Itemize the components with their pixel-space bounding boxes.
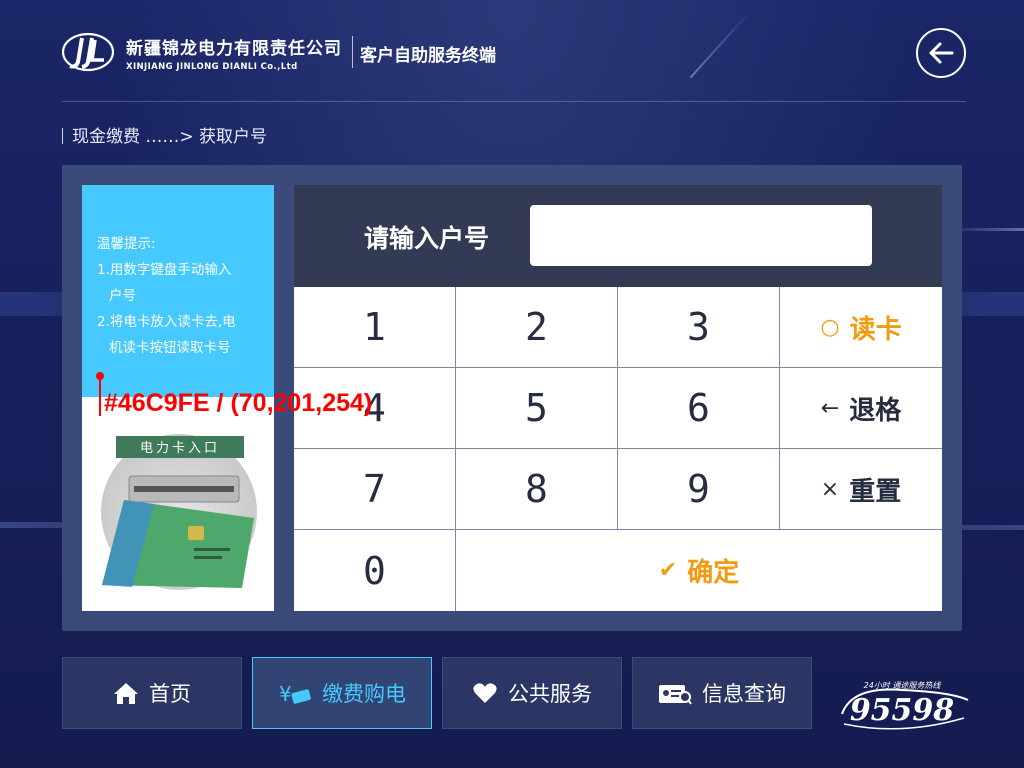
- key-3-label: 3: [687, 305, 710, 349]
- check-icon: ✔: [658, 558, 678, 583]
- confirm-label: 确定: [687, 558, 740, 588]
- hotline-number: 95598: [850, 693, 954, 728]
- hotline-slogan: 24小时 通途服务热线: [864, 681, 942, 690]
- key-8-label: 8: [525, 467, 548, 511]
- key-9[interactable]: 9: [618, 449, 780, 530]
- tip-2-line-1: 2.将电卡放入读卡去,电: [97, 314, 236, 330]
- tip-1-line-2: 户号: [109, 288, 136, 304]
- color-annotation: #46C9FE / (70,201,254): [104, 389, 373, 417]
- header-divider: [352, 36, 353, 68]
- key-7[interactable]: 7: [294, 449, 456, 530]
- tip-1-line-1: 1.用数字键盘手动输入: [97, 262, 232, 278]
- account-number-input[interactable]: [530, 205, 872, 266]
- read-card-label: 读卡: [849, 314, 902, 345]
- svg-text:¥: ¥: [279, 682, 292, 705]
- reset-button[interactable]: × 重置: [780, 449, 942, 530]
- number-keypad: 1 2 3 ○ 读卡 4 5 6 ← 退格 7 8 9 × 重置 0 ✔ 确定: [294, 287, 942, 611]
- tips-box: 温馨提示: 1.用数字键盘手动输入 户号 2.将电卡放入读卡去,电 机读卡按钮读…: [82, 185, 274, 397]
- key-5[interactable]: 5: [456, 368, 618, 449]
- reset-label: 重置: [849, 476, 902, 507]
- company-name-cn: 新疆锦龙电力有限责任公司: [126, 39, 342, 59]
- backspace-content: ← 退格: [821, 390, 901, 427]
- confirm-button[interactable]: ✔ 确定: [456, 530, 942, 611]
- id-card-search-icon: [659, 685, 692, 705]
- color-marker-dot: [96, 372, 104, 380]
- hotline-95598-logo: 24小时 通途服务热线 95598: [841, 681, 969, 730]
- account-input-header: 请输入户号: [294, 185, 942, 287]
- tip-2-line-2: 机读卡按钮读取卡号: [109, 340, 231, 356]
- company-name-en: XINJIANG JINLONG DIANLI Co.,Ltd: [126, 62, 298, 72]
- terminal-title: 客户自助服务终端: [360, 46, 496, 66]
- nav-info-query[interactable]: 信息查询: [632, 657, 812, 729]
- confirm-content: ✔ 确定: [659, 552, 739, 589]
- key-2-label: 2: [525, 305, 548, 349]
- left-arrow-icon: ←: [820, 395, 840, 421]
- card-slot-label: 电力卡入口: [140, 441, 220, 456]
- back-arrow-icon: [929, 42, 954, 64]
- key-7-label: 7: [363, 467, 386, 511]
- breadcrumb: 现金缴费 ……> 获取户号: [62, 122, 267, 147]
- key-6-label: 6: [687, 386, 710, 430]
- nav-info-query-label: 信息查询: [702, 682, 786, 706]
- key-9-label: 9: [687, 467, 710, 511]
- home-icon: [114, 683, 138, 704]
- yen-card-icon: ¥: [279, 682, 311, 705]
- key-8[interactable]: 8: [456, 449, 618, 530]
- keypad-panel: 请输入户号 1 2 3 ○ 读卡 4 5 6 ← 退格 7 8 9 × 重置 0 ✔: [294, 185, 942, 611]
- reset-content: × 重置: [821, 471, 901, 508]
- nav-pay[interactable]: ¥ 缴费购电: [252, 657, 432, 729]
- read-card-button[interactable]: ○ 读卡: [780, 287, 942, 368]
- key-0[interactable]: 0: [294, 530, 456, 611]
- tips-title: 温馨提示:: [97, 236, 156, 252]
- key-2[interactable]: 2: [456, 287, 618, 368]
- backspace-button[interactable]: ← 退格: [780, 368, 942, 449]
- nav-pay-label: 缴费购电: [322, 682, 406, 706]
- heart-hand-icon: [473, 683, 497, 703]
- breadcrumb-text: 现金缴费 ……> 获取户号: [72, 127, 268, 147]
- company-logo: [62, 32, 114, 72]
- key-1[interactable]: 1: [294, 287, 456, 368]
- nav-home-label: 首页: [149, 682, 191, 706]
- nav-home[interactable]: 首页: [62, 657, 242, 729]
- key-1-label: 1: [363, 305, 386, 349]
- refresh-icon: ○: [820, 314, 840, 340]
- key-6[interactable]: 6: [618, 368, 780, 449]
- key-0-label: 0: [363, 548, 386, 593]
- header: 新疆锦龙电力有限责任公司 XINJIANG JINLONG DIANLI Co.…: [62, 28, 966, 102]
- key-3[interactable]: 3: [618, 287, 780, 368]
- card-slot-illustration: 电力卡入口: [101, 434, 257, 590]
- read-card-content: ○ 读卡: [820, 309, 901, 346]
- color-marker-line: [99, 376, 101, 416]
- account-input-label: 请输入户号: [364, 224, 490, 253]
- nav-public-service[interactable]: 公共服务: [442, 657, 622, 729]
- key-5-label: 5: [525, 386, 548, 430]
- breadcrumb-divider: [62, 128, 63, 144]
- nav-public-service-label: 公共服务: [508, 682, 592, 706]
- back-button[interactable]: [916, 28, 966, 78]
- company-name: 新疆锦龙电力有限责任公司 XINJIANG JINLONG DIANLI Co.…: [126, 34, 342, 72]
- close-icon: ×: [820, 476, 840, 502]
- backspace-label: 退格: [849, 395, 902, 426]
